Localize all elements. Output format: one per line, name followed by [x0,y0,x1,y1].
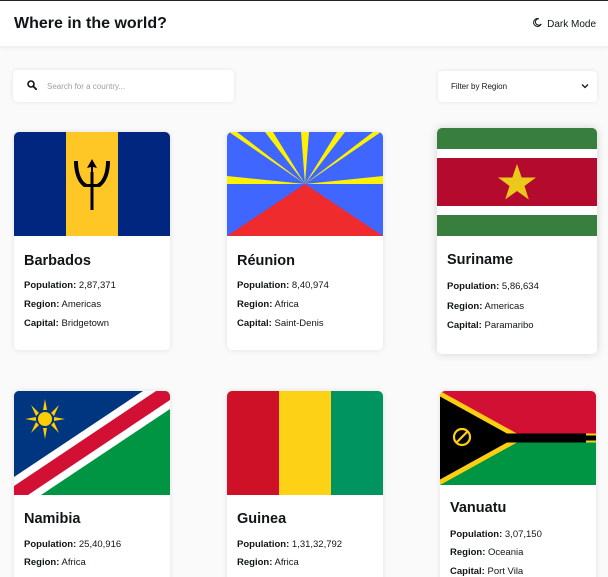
suriname-flag-image [437,128,597,236]
country-name: Barbados [24,253,91,269]
population-info: Population: 2,87,371 [24,280,116,291]
capital-info: Capital: Paramaribo [447,320,534,331]
region-filter-label: Filter by Region [451,82,508,91]
region-info: Region: Americas [24,299,102,310]
region-info: Region: Africa [237,557,299,568]
region-info: Region: Oceania [450,547,524,558]
capital-info: Capital: Bridgetown [24,318,110,329]
population-info: Population: 1,31,32,792 [237,539,343,550]
population-info: Population: 25,40,916 [24,539,122,550]
region-filter-select[interactable]: Filter by Region [438,71,597,102]
namibia-flag-image [14,391,170,495]
header: Where in the world? Dark Mode [0,0,608,46]
search-input[interactable] [47,81,207,91]
country-name: Namibia [24,511,81,527]
capital-info: Capital: Port Vila [450,566,524,577]
app-title: Where in the world? [14,15,167,32]
reunion-flag-image [227,132,383,236]
country-card-namibia[interactable]: Namibia Population: 25,40,916 Region: Af… [14,391,170,577]
country-card-guinea[interactable]: Guinea Population: 1,31,32,792 Region: A… [227,391,383,577]
vanuatu-flag-image [440,391,596,485]
chevron-down-icon [581,82,589,91]
country-name: Vanuatu [450,500,507,516]
country-name: Suriname [447,252,514,268]
region-info: Region: Africa [24,557,86,568]
search-icon [27,77,38,95]
dark-mode-toggle[interactable]: Dark Mode [533,18,596,30]
region-info: Region: Americas [447,301,525,312]
population-info: Population: 8,40,974 [237,280,329,291]
search-field[interactable] [13,70,234,102]
population-info: Population: 5,86,634 [447,281,539,292]
sun-icon [25,399,65,439]
country-name: Réunion [237,253,295,269]
country-card-reunion[interactable]: Réunion Population: 8,40,974 Region: Afr… [227,132,383,350]
dark-mode-label: Dark Mode [547,18,596,30]
country-card-vanuatu[interactable]: Vanuatu Population: 3,07,150 Region: Oce… [440,391,596,577]
country-card-suriname[interactable]: Suriname Population: 5,86,634 Region: Am… [437,128,597,354]
barbados-flag-image [14,132,170,236]
country-name: Guinea [237,511,287,527]
guinea-flag-image [227,391,383,495]
capital-info: Capital: Saint-Denis [237,318,324,329]
region-info: Region: Africa [237,299,299,310]
moon-icon [533,18,542,30]
population-info: Population: 3,07,150 [450,529,542,540]
country-card-barbados[interactable]: Barbados Population: 2,87,371 Region: Am… [14,132,170,350]
